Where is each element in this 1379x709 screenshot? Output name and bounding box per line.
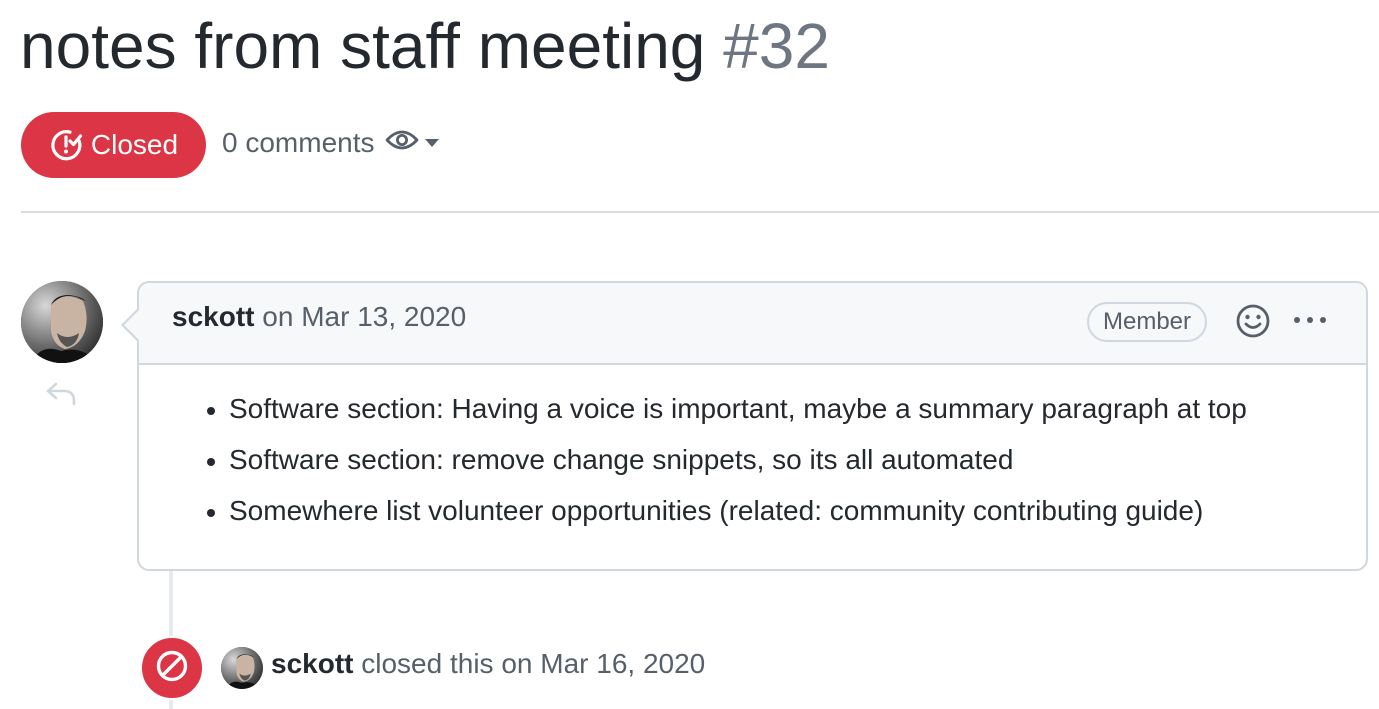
list-item: Software section: Having a voice is impo… xyxy=(197,391,1346,442)
header-divider xyxy=(21,211,1379,213)
comments-count: 0 comments xyxy=(222,127,375,158)
list-item: Software section: remove change snippets… xyxy=(197,442,1346,493)
comment-author-avatar[interactable] xyxy=(21,281,103,363)
issue-title-text: notes from staff meeting xyxy=(20,10,706,82)
comment-author-link[interactable]: sckott xyxy=(172,301,254,332)
comment-date-prefix: on xyxy=(262,301,294,332)
comment-body: Software section: Having a voice is impo… xyxy=(197,391,1346,544)
issue-state-badge: Closed xyxy=(21,112,206,178)
comment-meta: sckott on Mar 13, 2020 xyxy=(172,301,466,333)
event-date-prefix: on xyxy=(501,648,533,679)
issue-closed-icon xyxy=(49,128,83,162)
event-action: closed this xyxy=(361,648,494,679)
reply-icon[interactable] xyxy=(44,378,78,413)
chevron-down-icon xyxy=(424,139,439,147)
watch-dropdown-button[interactable] xyxy=(385,127,439,160)
issue-page: notes from staff meeting #32 Closed 0 co… xyxy=(0,0,1379,709)
closed-event-badge xyxy=(140,636,204,700)
comment-date-link[interactable]: Mar 13, 2020 xyxy=(301,301,466,332)
issue-number: #32 xyxy=(723,10,830,82)
issue-title: notes from staff meeting #32 xyxy=(20,4,830,88)
event-actor-link[interactable]: sckott xyxy=(271,648,353,679)
issue-meta: 0 comments xyxy=(222,120,439,166)
event-actor-avatar[interactable] xyxy=(221,647,263,689)
issue-state-label: Closed xyxy=(90,129,179,160)
member-badge: Member xyxy=(1087,302,1208,342)
eye-icon xyxy=(385,127,419,160)
comment-list: Software section: Having a voice is impo… xyxy=(197,391,1346,544)
comment-pointer-fill xyxy=(124,310,139,340)
comment-box: sckott on Mar 13, 2020 Member Software s… xyxy=(137,281,1368,571)
event-date-link[interactable]: Mar 16, 2020 xyxy=(540,648,705,679)
circle-slash-icon xyxy=(154,648,190,689)
smiley-icon[interactable] xyxy=(1235,303,1271,344)
comment-header: sckott on Mar 13, 2020 Member xyxy=(139,283,1366,365)
list-item: Somewhere list volunteer opportunities (… xyxy=(197,493,1346,544)
kebab-horizontal-icon[interactable] xyxy=(1291,310,1329,335)
closed-event-text: sckott closed this on Mar 16, 2020 xyxy=(271,648,705,680)
